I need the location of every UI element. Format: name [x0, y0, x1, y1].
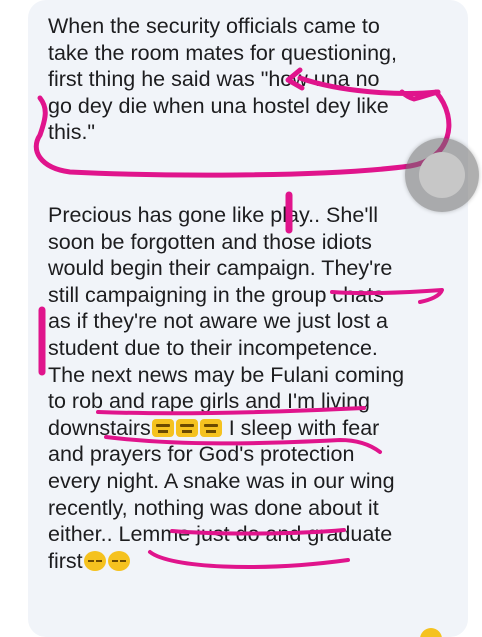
text-line: Precious has gone like play.. She'll — [48, 203, 378, 227]
text-line: as if they're not aware we just lost a — [48, 309, 388, 334]
exhausted-face-emoji — [199, 418, 222, 437]
paragraph-security-officials: When the security officials came to take… — [48, 13, 468, 146]
paragraph-precious: Precious has gone like play.. She'll soo… — [48, 202, 468, 574]
text-line: recently, nothing was done about it — [48, 495, 379, 520]
unamused-face-emoji — [107, 550, 130, 571]
text-line: first thing he said was "how una no — [48, 67, 380, 92]
text-line: this." — [48, 120, 96, 145]
text-line: downstairs I sleep with fear — [48, 415, 468, 442]
text-line: The next news may be Fulani coming — [48, 362, 405, 387]
text-line: every night. A snake was in our wing — [48, 468, 395, 493]
screenshot-canvas: When the security officials came to take… — [0, 0, 482, 637]
scroll-handle-inner[interactable] — [419, 152, 465, 198]
exhausted-face-emoji — [175, 418, 198, 437]
text-line: take the room mates for questioning, — [48, 40, 397, 65]
text-line: soon be forgotten and those idiots — [48, 229, 372, 254]
text-line: go dey die when una hostel dey like — [48, 93, 389, 118]
text-segment: downstairs — [48, 415, 151, 440]
scroll-handle[interactable] — [405, 138, 479, 212]
text-segment: I sleep with fear — [222, 415, 380, 440]
text-line: When the security officials came to — [48, 14, 380, 38]
text-line: student due to their incompetence. — [48, 335, 378, 360]
exhausted-face-emoji — [151, 418, 174, 437]
text-line: and prayers for God's protection — [48, 442, 355, 467]
text-line: would begin their campaign. They're — [48, 256, 393, 281]
text-line: either.. Lemme just do and graduate — [48, 522, 393, 547]
text-line: to rob and rape girls and I'm living — [48, 389, 370, 414]
text-line: still campaigning in the group chats — [48, 282, 384, 307]
text-line: first — [48, 548, 468, 575]
text-segment: first — [48, 548, 83, 573]
unamused-face-emoji — [83, 550, 106, 571]
